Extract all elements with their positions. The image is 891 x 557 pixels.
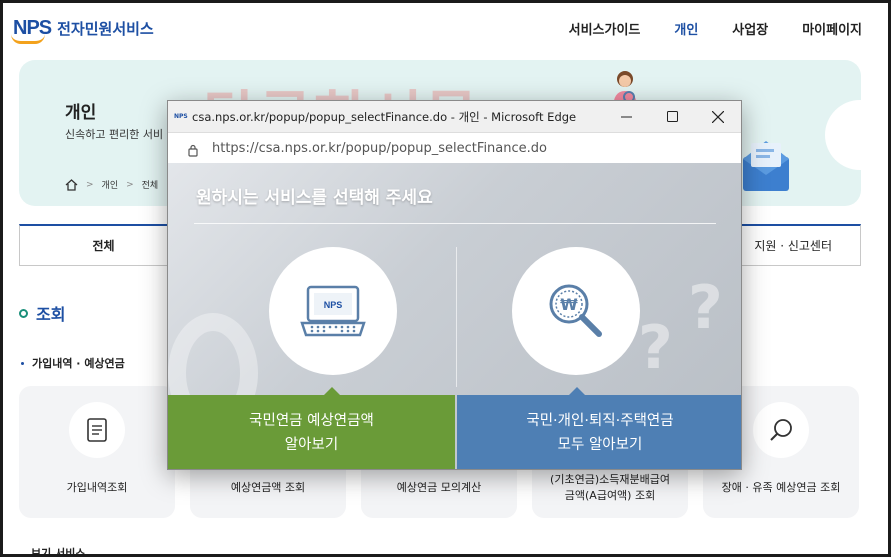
bullet-icon [21,361,24,365]
option-divider [456,247,457,387]
chevron-right-icon: > [86,179,94,190]
nps-logo-mark: NPS [11,17,52,44]
popup-heading: 원하시는 서비스를 선택해 주세요 [196,188,433,208]
breadcrumb: > 개인 > 전체 [65,178,158,191]
address-bar[interactable]: https://csa.nps.or.kr/popup/popup_select… [168,132,741,163]
popup-window: NPS csa.nps.or.kr/popup/popup_selectFina… [167,100,742,470]
breadcrumb-item[interactable]: 전체 [142,178,159,191]
question-mark-decoration: ? [688,273,723,343]
section-dot-icon [19,308,28,318]
service-card-enrollment[interactable]: 가입내역조회 [19,386,175,518]
card-label: 장애 · 유족 예상연금 조회 [721,481,841,494]
cut-off-section-title: 보기 서비스 [31,547,86,557]
option-line1: 국민연금 예상연금액 [249,413,374,429]
home-icon[interactable] [65,178,78,191]
breadcrumb-item[interactable]: 개인 [102,178,119,191]
section-title-text: 조회 [36,305,66,324]
nps-favicon-icon: NPS [174,113,188,120]
nav-service-guide[interactable]: 서비스가이드 [569,19,641,38]
site-logo[interactable]: NPS 전자민원서비스 [11,17,154,44]
maximize-button[interactable] [649,101,695,132]
nav-personal[interactable]: 개인 [674,19,698,38]
won-magnifier-icon[interactable]: ₩ [512,247,640,375]
question-mark-decoration: ? [638,313,673,383]
option-pointer [324,387,340,395]
nav-business[interactable]: 사업장 [732,19,768,38]
logo-swoosh-icon [11,34,45,44]
card-label: 예상연금 모의계산 [396,481,482,494]
web-page: NPS 전자민원서비스 서비스가이드 개인 사업장 마이페이지 개인 신속하고 … [0,0,891,557]
logo-text: 전자민원서비스 [57,20,154,38]
global-nav: 서비스가이드 개인 사업장 마이페이지 [569,19,862,38]
laptop-logo-text: NPS [324,300,343,310]
minimize-button[interactable] [603,101,649,132]
option-line2: 알아보기 [284,437,339,453]
option-all-pensions-button[interactable]: 국민·개인·퇴직·주택연금 모두 알아보기 [457,387,741,469]
card-label: 가입내역조회 [66,481,128,494]
chevron-right-icon: > [126,179,134,190]
sub-section-title-text: 가입내역 · 예상연금 [32,357,125,370]
tab-all[interactable]: 전체 [20,226,188,265]
section-title: 조회 [19,301,65,325]
envelope-illustration-icon [741,131,789,191]
window-titlebar[interactable]: NPS csa.nps.or.kr/popup/popup_selectFina… [168,101,741,132]
nav-my-page[interactable]: 마이페이지 [802,19,862,38]
page-description: 신속하고 편리한 서비 [65,128,164,141]
lock-icon[interactable] [188,142,198,157]
card-label: (기초연금)소득재분배급여 금액(A급여액) 조회 [550,473,670,502]
magnifier-icon [753,402,809,458]
url-text[interactable]: https://csa.nps.or.kr/popup/popup_select… [212,141,547,156]
option-line2: 모두 알아보기 [557,437,643,453]
option-pointer [569,387,585,395]
option-line1: 국민·개인·퇴직·주택연금 [526,413,674,429]
laptop-icon[interactable]: NPS [269,247,397,375]
popup-content: ? ? 원하시는 서비스를 선택해 주세요 NPS ₩ 국민연금 예상연금액 알… [168,163,741,469]
sub-section-title: 가입내역 · 예상연금 [21,355,125,371]
document-icon [69,402,125,458]
hero-decoration [825,100,865,170]
close-button[interactable] [695,101,741,132]
window-title: csa.nps.or.kr/popup/popup_selectFinance.… [192,109,577,124]
heading-divider [194,223,716,224]
card-label: 예상연금액 조회 [230,481,306,494]
option-expected-pension-button[interactable]: 국민연금 예상연금액 알아보기 [168,387,455,469]
page-title: 개인 [65,103,97,123]
svg-text:₩: ₩ [560,295,578,314]
